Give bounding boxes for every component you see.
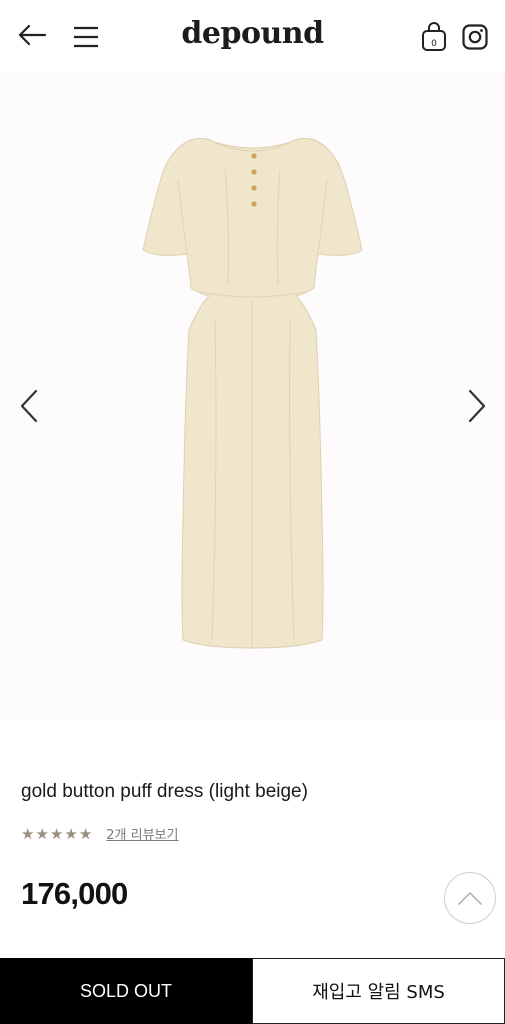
gallery-next-button[interactable] <box>462 388 492 424</box>
star-icon: ★ <box>49 824 64 843</box>
cart-button[interactable]: 0 <box>418 20 450 54</box>
star-rating: ★ ★ ★ ★ ★ <box>21 826 92 842</box>
view-reviews-link[interactable]: 2개 리뷰보기 <box>106 824 178 843</box>
product-price: 176,000 <box>21 876 128 911</box>
star-icon: ★ <box>21 824 35 843</box>
restock-sms-button[interactable]: 재입고 알림 SMS <box>252 958 505 1024</box>
product-image-gallery[interactable] <box>0 72 505 720</box>
bottom-action-bar: SOLD OUT 재입고 알림 SMS <box>0 958 505 1024</box>
cart-count: 0 <box>431 39 437 49</box>
product-rating: ★ ★ ★ ★ ★ 2개 리뷰보기 <box>21 824 178 844</box>
gallery-prev-button[interactable] <box>14 388 44 424</box>
sold-out-button[interactable]: SOLD OUT <box>0 958 252 1024</box>
product-name: gold button puff dress (light beige) <box>21 781 308 802</box>
star-icon: ★ <box>35 824 49 843</box>
chevron-left-icon <box>20 389 38 423</box>
dress-product-image <box>142 137 363 649</box>
chevron-up-icon <box>458 892 482 905</box>
instagram-button[interactable] <box>459 20 491 54</box>
star-icon: ★ <box>64 824 78 843</box>
scroll-to-top-button[interactable] <box>444 872 496 924</box>
chevron-right-icon <box>468 389 486 423</box>
shopping-bag-icon: 0 <box>422 22 446 51</box>
star-icon: ★ <box>78 824 93 843</box>
top-header: depound 0 <box>0 0 505 72</box>
instagram-icon <box>462 24 488 50</box>
